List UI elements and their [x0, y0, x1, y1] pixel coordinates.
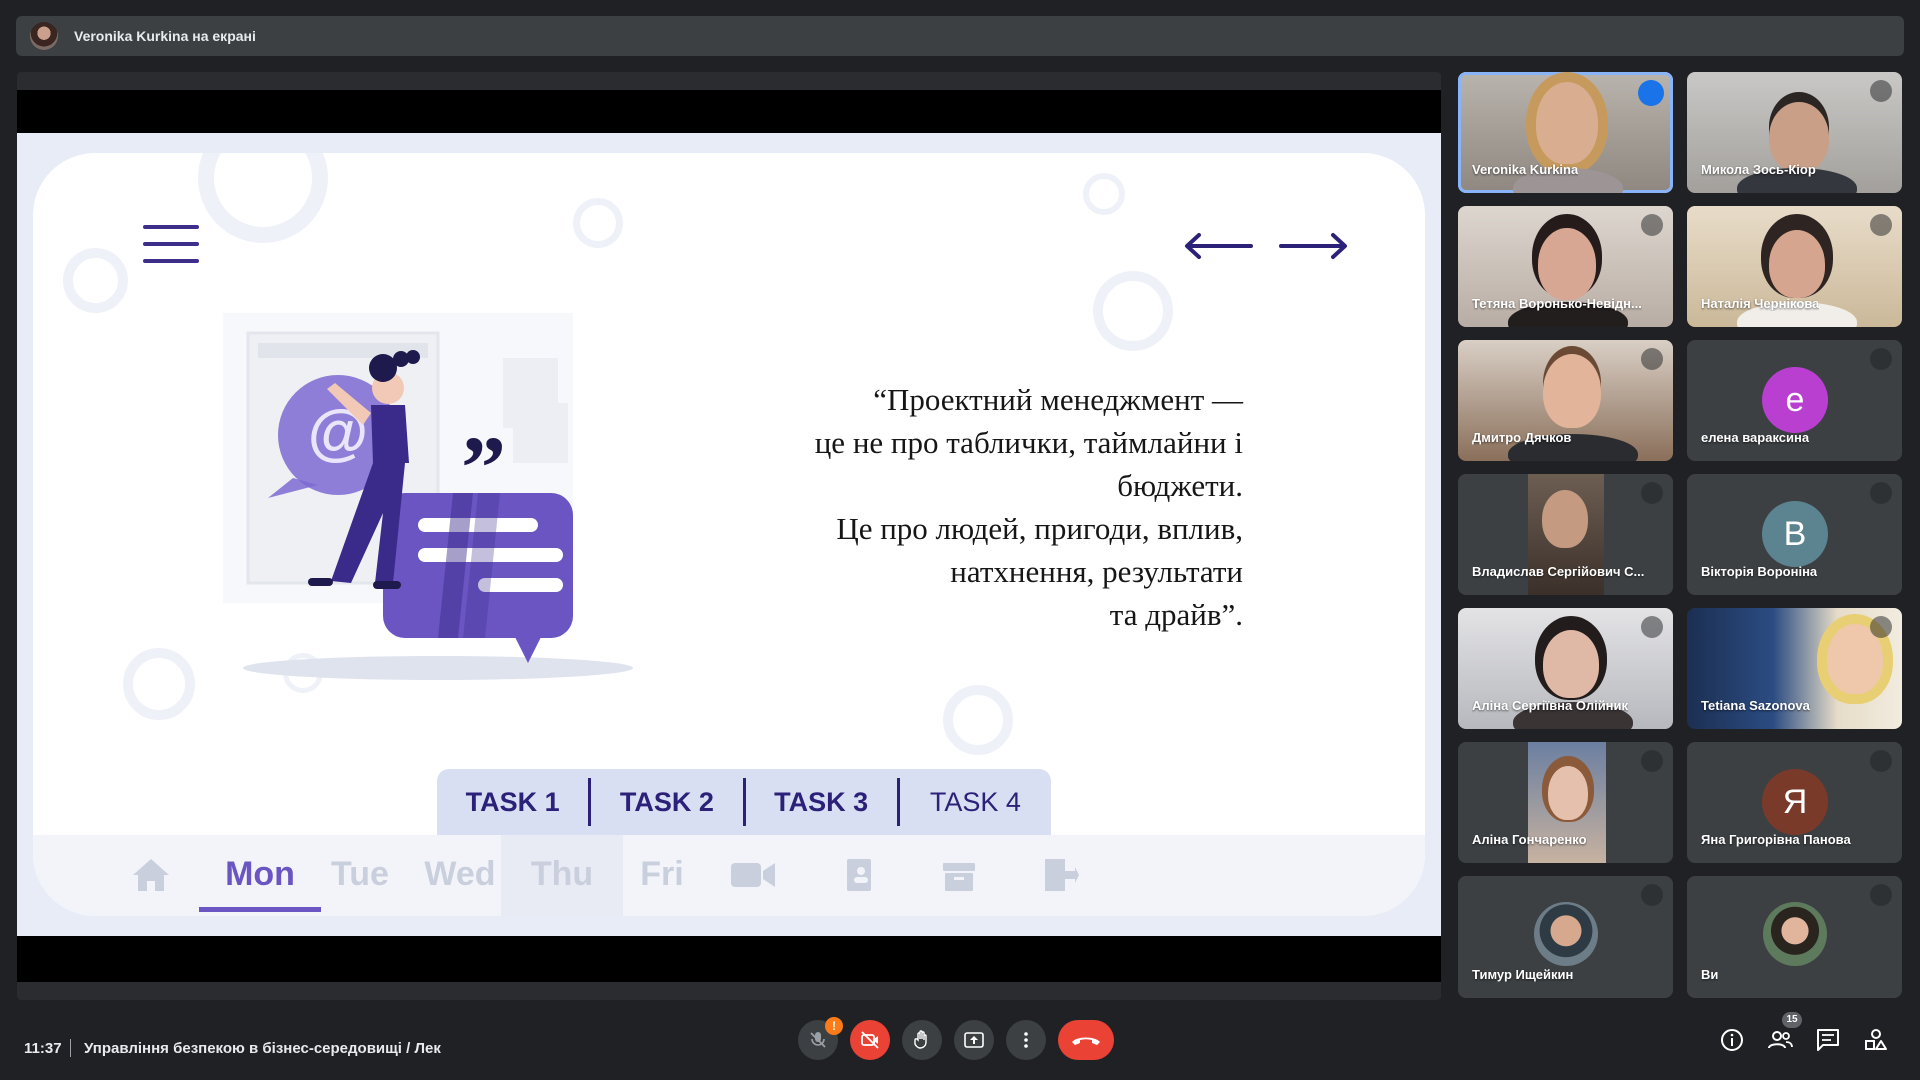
activities-icon[interactable] — [1862, 1026, 1890, 1054]
participant-tile[interactable]: Tetiana Sazonova — [1687, 608, 1902, 729]
participants-count-badge: 15 — [1782, 1012, 1802, 1028]
participant-tile[interactable]: Тетяна Воронько-Невідн... — [1458, 206, 1673, 327]
participant-tile[interactable]: Я Яна Григорівна Панова — [1687, 742, 1902, 863]
clock: 11:37 — [24, 1040, 62, 1057]
participant-tile[interactable]: е елена вараксина — [1687, 340, 1902, 461]
participant-name: Аліна Сергіївна Олійник — [1472, 698, 1629, 713]
participant-tile[interactable]: Ви — [1687, 876, 1902, 998]
participant-name: Тетяна Воронько-Невідн... — [1472, 296, 1642, 311]
chat-icon[interactable] — [1814, 1026, 1842, 1054]
day-nav: Mon Tue Wed Thu Fri — [33, 835, 1425, 916]
more-options-icon — [1024, 1032, 1028, 1048]
day-tab-fri[interactable]: Fri — [601, 835, 723, 916]
mic-off-icon — [1641, 750, 1663, 772]
presenter-avatar — [30, 22, 58, 50]
people-icon[interactable] — [1766, 1026, 1794, 1054]
archive-icon[interactable] — [939, 857, 979, 893]
arrow-right-icon[interactable] — [1279, 231, 1349, 261]
presenter-bar: Veronika Kurkina на екрані — [16, 16, 1904, 56]
participant-name: Аліна Гончаренко — [1472, 832, 1587, 847]
hamburger-menu-icon[interactable] — [143, 225, 199, 265]
mic-off-icon — [1641, 884, 1663, 906]
mic-off-icon — [1641, 616, 1663, 638]
camera-off-icon — [861, 1031, 879, 1049]
task-tab-3[interactable]: TASK 3 — [746, 778, 900, 826]
participant-name: Veronika Kurkina — [1472, 162, 1579, 177]
avatar — [1763, 902, 1827, 966]
participant-name: Наталія Чернікова — [1701, 296, 1820, 311]
mic-off-icon — [1870, 348, 1892, 370]
mic-off-icon — [1870, 80, 1892, 102]
mic-off-icon — [1870, 616, 1892, 638]
raise-hand-button[interactable] — [902, 1020, 942, 1060]
contacts-icon[interactable] — [839, 857, 879, 893]
speaking-indicator-icon — [1638, 80, 1664, 106]
participant-name: Вікторія Вороніна — [1701, 564, 1818, 579]
presenter-label: Veronika Kurkina на екрані — [74, 28, 256, 44]
mic-off-icon — [1870, 884, 1892, 906]
meeting-title: Управління безпекою в бізнес-середовищі … — [84, 1040, 441, 1057]
task-tab-1[interactable]: TASK 1 — [437, 778, 592, 826]
mic-off-icon — [1870, 482, 1892, 504]
raise-hand-icon — [914, 1030, 927, 1049]
avatar: Я — [1762, 769, 1828, 835]
camera-toggle-button[interactable] — [850, 1020, 890, 1060]
participant-name: Тимур Ищейкин — [1472, 967, 1574, 982]
chat-illustration: @ ” — [223, 313, 633, 680]
mic-off-icon — [1870, 750, 1892, 772]
exit-icon[interactable] — [1039, 857, 1079, 893]
slide-quote: “Проектний менеджмент — це не про таблич… — [814, 382, 1243, 632]
task-tab-2[interactable]: TASK 2 — [591, 778, 746, 826]
slide: @ ” “Проектний менеджмент — це не про та… — [17, 133, 1441, 936]
home-icon[interactable] — [131, 857, 171, 893]
info-icon[interactable] — [1718, 1026, 1746, 1054]
participant-tile[interactable]: Veronika Kurkina — [1458, 72, 1673, 193]
video-icon[interactable] — [729, 857, 777, 893]
participant-tile[interactable]: B Вікторія Вороніна — [1687, 474, 1902, 595]
avatar: е — [1762, 367, 1828, 433]
participant-tile[interactable]: Дмитро Дячков — [1458, 340, 1673, 461]
more-options-button[interactable] — [1006, 1020, 1046, 1060]
mic-off-icon — [1870, 214, 1892, 236]
participant-name: елена вараксина — [1701, 430, 1810, 445]
arrow-left-icon[interactable] — [1183, 231, 1253, 261]
participant-name: Tetiana Sazonova — [1701, 698, 1810, 713]
present-icon — [964, 1032, 984, 1048]
mic-warning-badge: ! — [825, 1017, 843, 1035]
task-tabs: TASK 1 TASK 2 TASK 3 TASK 4 — [437, 769, 1051, 835]
mic-off-icon — [1641, 214, 1663, 236]
participant-name: Ви — [1701, 967, 1719, 982]
mic-off-icon — [810, 1032, 826, 1048]
avatar — [1534, 902, 1598, 966]
participant-name: Яна Григорівна Панова — [1701, 832, 1851, 847]
participant-name: Микола Зось-Кіор — [1701, 162, 1816, 177]
mic-off-icon — [1641, 482, 1663, 504]
end-call-button[interactable] — [1058, 1020, 1114, 1060]
participant-tile[interactable]: Аліна Сергіївна Олійник — [1458, 608, 1673, 729]
presentation-stage: @ ” “Проектний менеджмент — це не про та… — [17, 72, 1441, 1000]
participant-tile[interactable]: Аліна Гончаренко — [1458, 742, 1673, 863]
mic-off-icon — [1641, 348, 1663, 370]
slide-card: @ ” “Проектний менеджмент — це не про та… — [33, 153, 1425, 916]
participant-tile[interactable]: Наталія Чернікова — [1687, 206, 1902, 327]
participant-tile[interactable]: Тимур Ищейкин — [1458, 876, 1673, 998]
participant-tile[interactable]: Владислав Сергійович С... — [1458, 474, 1673, 595]
svg-text:”: ” — [461, 419, 506, 518]
task-tab-4[interactable]: TASK 4 — [900, 778, 1051, 826]
participant-name: Дмитро Дячков — [1472, 430, 1572, 445]
participant-name: Владислав Сергійович С... — [1472, 564, 1645, 579]
participant-tile[interactable]: Микола Зось-Кіор — [1687, 72, 1902, 193]
present-button[interactable] — [954, 1020, 994, 1060]
end-call-icon — [1072, 1037, 1100, 1045]
avatar: B — [1762, 501, 1828, 567]
